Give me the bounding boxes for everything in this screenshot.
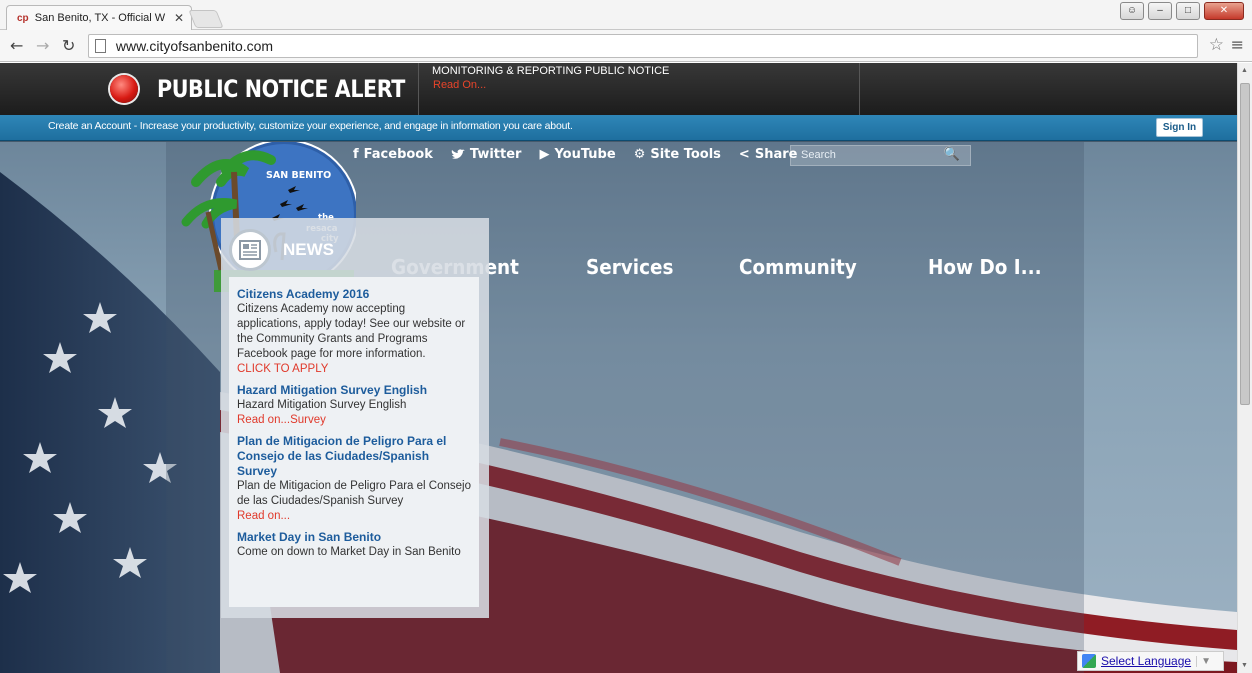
news-list: Citizens Academy 2016 Citizens Academy n… xyxy=(229,277,479,607)
browser-menu-icon[interactable]: ≡ xyxy=(1231,35,1244,54)
news-headline-link[interactable]: Hazard Mitigation Survey English xyxy=(237,383,471,398)
share-link[interactable]: < Share xyxy=(739,147,798,162)
nav-services[interactable]: Services xyxy=(586,255,673,279)
favicon-icon: cp xyxy=(17,13,29,24)
select-language-label[interactable]: Select Language xyxy=(1101,654,1191,668)
page-viewport: PUBLIC NOTICE ALERT MONITORING & REPORTI… xyxy=(0,63,1237,673)
youtube-icon: ▶ xyxy=(539,147,550,162)
youtube-link[interactable]: ▶ YouTube xyxy=(539,147,615,162)
browser-tab-strip: cp San Benito, TX - Official W ✕ ☺ – □ ✕ xyxy=(0,0,1252,30)
nav-community[interactable]: Community xyxy=(739,255,857,279)
window-controls: ☺ – □ ✕ xyxy=(1120,2,1244,20)
twitter-icon xyxy=(451,148,465,159)
google-translate-icon xyxy=(1082,654,1096,668)
nav-how-do-i[interactable]: How Do I... xyxy=(928,255,1042,279)
scroll-thumb[interactable] xyxy=(1240,83,1250,405)
url-text: www.cityofsanbenito.com xyxy=(115,38,274,54)
news-headline-link[interactable]: Plan de Mitigacion de Peligro Para el Co… xyxy=(237,434,471,479)
create-account-link[interactable]: Create an Account - Increase your produc… xyxy=(48,120,573,132)
news-body: Come on down to Market Day in San Benito xyxy=(237,546,461,558)
alert-title: PUBLIC NOTICE ALERT xyxy=(157,75,405,103)
close-tab-icon[interactable]: ✕ xyxy=(174,11,184,25)
maximize-button[interactable]: □ xyxy=(1176,2,1200,20)
public-notice-alert-bar: PUBLIC NOTICE ALERT MONITORING & REPORTI… xyxy=(0,63,1237,115)
news-item: Market Day in San Benito Come on down to… xyxy=(237,530,471,560)
social-links: f Facebook Twitter ▶ YouTube ⚙ Site Tool… xyxy=(353,147,797,162)
twitter-label: Twitter xyxy=(469,147,522,162)
address-bar[interactable]: www.cityofsanbenito.com xyxy=(88,34,1198,58)
alert-light-icon xyxy=(110,75,138,103)
search-input[interactable]: Search 🔍 xyxy=(790,145,971,166)
logo-text-san-benito: SAN BENITO xyxy=(266,170,331,181)
news-item: Plan de Mitigacion de Peligro Para el Co… xyxy=(237,434,471,524)
news-item: Hazard Mitigation Survey English Hazard … xyxy=(237,383,471,428)
gear-icon: ⚙ xyxy=(633,147,646,162)
news-title: NEWS xyxy=(283,240,334,259)
alert-notice[interactable]: MONITORING & REPORTING PUBLIC NOTICE xyxy=(432,65,669,77)
news-more-link[interactable]: CLICK TO APPLY xyxy=(237,362,471,377)
tab-title: San Benito, TX - Official W xyxy=(34,12,166,24)
sign-in-button[interactable]: Sign In xyxy=(1156,118,1203,137)
profile-icon[interactable]: ☺ xyxy=(1120,2,1144,20)
news-headline-link[interactable]: Citizens Academy 2016 xyxy=(237,287,471,302)
search-placeholder: Search xyxy=(801,149,836,161)
hero-banner: SAN BENITO the resaca city f Facebook Tw… xyxy=(0,142,1237,673)
site-tools-label: Site Tools xyxy=(650,147,721,162)
back-icon[interactable]: ← xyxy=(10,36,23,55)
twitter-link[interactable]: Twitter xyxy=(451,147,522,162)
alert-divider xyxy=(418,63,419,115)
page-icon xyxy=(95,39,106,53)
search-icon[interactable]: 🔍 xyxy=(944,147,960,162)
news-header: NEWS xyxy=(229,228,334,272)
news-body: Hazard Mitigation Survey English xyxy=(237,399,407,411)
alert-divider xyxy=(859,63,860,115)
browser-toolbar: ← → ↻ www.cityofsanbenito.com ☆ ≡ xyxy=(0,30,1252,62)
news-more-link[interactable]: Read on... xyxy=(237,509,471,524)
page-scrollbar[interactable]: ▲ ▼ xyxy=(1237,63,1252,673)
close-window-button[interactable]: ✕ xyxy=(1204,2,1244,20)
new-tab-button[interactable] xyxy=(188,10,224,28)
news-more-link[interactable]: Read on...Survey xyxy=(237,413,471,428)
facebook-label: Facebook xyxy=(363,147,433,162)
news-item: Citizens Academy 2016 Citizens Academy n… xyxy=(237,287,471,377)
minimize-button[interactable]: – xyxy=(1148,2,1172,20)
account-bar: Create an Account - Increase your produc… xyxy=(0,115,1237,141)
news-body: Citizens Academy now accepting applicati… xyxy=(237,303,466,360)
forward-icon[interactable]: → xyxy=(36,36,49,55)
reload-icon[interactable]: ↻ xyxy=(62,36,75,55)
scroll-down-icon[interactable]: ▼ xyxy=(1241,662,1248,669)
alert-read-on-link[interactable]: Read On... xyxy=(433,79,486,91)
site-tools-link[interactable]: ⚙ Site Tools xyxy=(634,147,721,162)
select-language-widget[interactable]: Select Language ▼ xyxy=(1077,651,1224,671)
facebook-link[interactable]: f Facebook xyxy=(353,147,433,162)
facebook-icon: f xyxy=(353,147,359,162)
news-body: Plan de Mitigacion de Peligro Para el Co… xyxy=(237,480,471,507)
chevron-down-icon[interactable]: ▼ xyxy=(1196,655,1211,667)
scroll-up-icon[interactable]: ▲ xyxy=(1241,67,1248,74)
newspaper-icon xyxy=(229,229,271,271)
browser-tab[interactable]: cp San Benito, TX - Official W ✕ xyxy=(6,5,192,30)
share-icon: < xyxy=(738,147,750,162)
news-headline-link[interactable]: Market Day in San Benito xyxy=(237,530,471,545)
bookmark-star-icon[interactable]: ☆ xyxy=(1209,35,1224,55)
youtube-label: YouTube xyxy=(554,147,616,162)
